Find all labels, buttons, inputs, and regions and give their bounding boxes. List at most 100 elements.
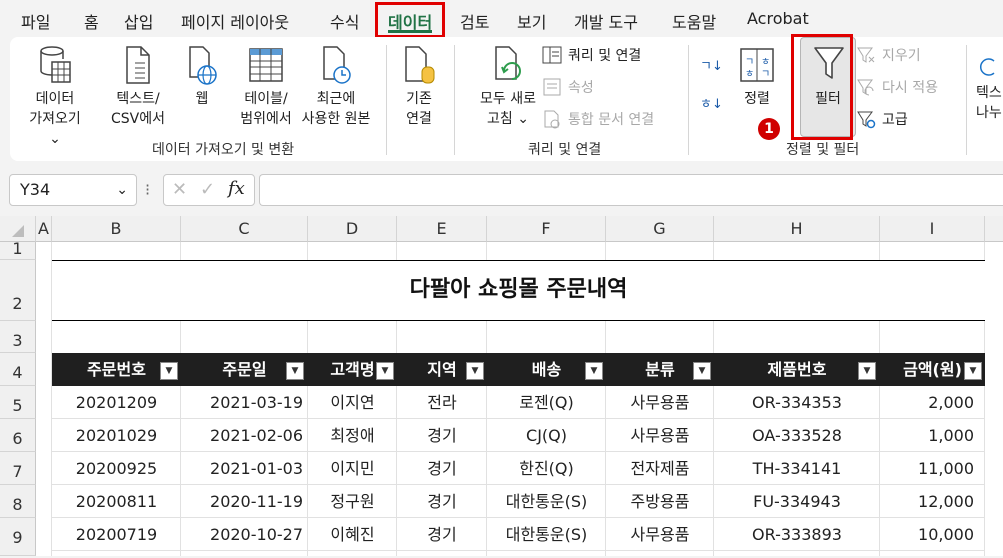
menu-home[interactable]: 홈 (84, 9, 99, 33)
sort-button[interactable]: ㄱ ㅎ ㅎ ㄱ 정렬 (734, 45, 780, 109)
table-cell[interactable]: OA-333528 (714, 419, 880, 452)
table-cell[interactable]: 한진(Q) (487, 452, 606, 485)
table-cell[interactable]: 이지연 (308, 386, 397, 419)
header-product-no[interactable]: 제품번호 (714, 353, 880, 386)
filter-dropdown-icon[interactable]: ▼ (160, 362, 178, 380)
column-header-h[interactable]: H (714, 216, 880, 242)
from-web-button[interactable]: 웹 (182, 45, 222, 109)
row-header-4[interactable]: 4 (0, 353, 36, 386)
column-header-b[interactable]: B (52, 216, 181, 242)
sheet-title[interactable]: 다팔아 쇼핑몰 주문내역 (52, 260, 985, 321)
sort-za-button[interactable]: ㅎ↓ (700, 93, 723, 112)
reapply-button[interactable]: 다시 적용 (856, 77, 938, 97)
get-data-button[interactable]: 데이터 가져오기 ⌄ (24, 45, 86, 149)
table-cell[interactable]: 사무용품 (606, 518, 714, 551)
table-cell[interactable]: 대한통운(S) (487, 485, 606, 518)
table-cell[interactable]: 20201029 (52, 419, 181, 452)
table-cell[interactable]: 이지민 (308, 452, 397, 485)
column-header-a[interactable]: A (36, 216, 52, 242)
formula-input[interactable] (259, 174, 1003, 206)
table-cell[interactable]: 2021-01-03 (181, 452, 308, 485)
refresh-all-button[interactable]: 모두 새로 고침 ⌄ (472, 45, 544, 129)
table-cell[interactable]: 사무용품 (606, 419, 714, 452)
table-cell[interactable]: 12,000 (880, 485, 985, 518)
row-header-1[interactable]: 1 (0, 241, 36, 260)
table-cell[interactable]: 사무용품 (606, 386, 714, 419)
column-header-g[interactable]: G (606, 216, 714, 242)
name-box[interactable]: Y34 ⌄ (9, 174, 137, 206)
advanced-filter-button[interactable]: 고급 (856, 109, 908, 129)
existing-connections-button[interactable]: 기존 연결 (394, 45, 444, 129)
menu-acrobat[interactable]: Acrobat (747, 9, 809, 28)
filter-dropdown-icon[interactable]: ▼ (376, 362, 394, 380)
from-table-range-button[interactable]: 테이블/ 범위에서 (232, 45, 300, 129)
table-cell[interactable]: 10,000 (880, 518, 985, 551)
text-to-columns-button[interactable]: 텍스 나누 (976, 57, 1003, 123)
table-cell[interactable]: 2,000 (880, 386, 985, 419)
table-cell[interactable]: 2021-03-19 (181, 386, 308, 419)
table-cell[interactable]: 1,000 (880, 419, 985, 452)
column-header-d[interactable]: D (308, 216, 397, 242)
menu-insert[interactable]: 삽입 (124, 9, 153, 33)
table-cell[interactable]: CJ(Q) (487, 419, 606, 452)
recent-sources-button[interactable]: 최근에 사용한 원본 (294, 45, 378, 129)
menu-file[interactable]: 파일 (21, 9, 50, 33)
table-cell[interactable]: 2020-11-19 (181, 485, 308, 518)
row-header-7[interactable]: 7 (0, 452, 36, 485)
filter-dropdown-icon[interactable]: ▼ (286, 362, 304, 380)
table-cell[interactable]: 전라 (397, 386, 487, 419)
menu-help[interactable]: 도움말 (672, 9, 716, 33)
table-cell[interactable]: 경기 (397, 452, 487, 485)
table-cell[interactable]: 이혜진 (308, 518, 397, 551)
table-cell[interactable]: TH-334141 (714, 452, 880, 485)
table-cell[interactable]: 2020-10-27 (181, 518, 308, 551)
column-header-f[interactable]: F (487, 216, 606, 242)
menu-view[interactable]: 보기 (517, 9, 546, 33)
table-cell[interactable]: 경기 (397, 419, 487, 452)
chevron-down-icon[interactable]: ⌄ (116, 175, 128, 205)
filter-dropdown-icon[interactable]: ▼ (466, 362, 484, 380)
table-cell[interactable]: 2021-02-06 (181, 419, 308, 452)
table-cell[interactable]: OR-334353 (714, 386, 880, 419)
table-cell[interactable]: 전자제품 (606, 452, 714, 485)
menu-review[interactable]: 검토 (460, 9, 489, 33)
table-cell[interactable]: 20200811 (52, 485, 181, 518)
table-cell[interactable]: 20200925 (52, 452, 181, 485)
table-cell[interactable]: 11,000 (880, 452, 985, 485)
menu-page-layout[interactable]: 페이지 레이아웃 (181, 9, 289, 33)
row-header-5[interactable]: 5 (0, 386, 36, 419)
table-cell[interactable]: 최정애 (308, 419, 397, 452)
queries-connections-button[interactable]: 쿼리 및 연결 (542, 45, 641, 65)
menu-formulas[interactable]: 수식 (330, 9, 359, 33)
table-cell[interactable]: 주방용품 (606, 485, 714, 518)
table-cell[interactable]: 경기 (397, 518, 487, 551)
edit-links-button[interactable]: 통합 문서 연결 (542, 109, 654, 129)
column-header-i[interactable]: I (880, 216, 985, 242)
cancel-icon[interactable]: ✕ (172, 179, 187, 200)
row-header-6[interactable]: 6 (0, 419, 36, 452)
table-cell[interactable]: 20200719 (52, 518, 181, 551)
table-cell[interactable]: 대한통운(S) (487, 518, 606, 551)
from-text-csv-button[interactable]: 텍스트/ CSV에서 (106, 45, 170, 129)
table-cell[interactable]: 경기 (397, 485, 487, 518)
table-cell[interactable]: 정구원 (308, 485, 397, 518)
table-cell[interactable]: OR-333893 (714, 518, 880, 551)
enter-check-icon[interactable]: ✓ (200, 179, 215, 200)
column-header-c[interactable]: C (181, 216, 308, 242)
row-header-3[interactable]: 3 (0, 321, 36, 353)
column-header-next[interactable] (985, 216, 1003, 242)
table-cell[interactable]: 로젠(Q) (487, 386, 606, 419)
properties-button[interactable]: 속성 (542, 77, 594, 97)
filter-dropdown-icon[interactable]: ▼ (585, 362, 603, 380)
filter-dropdown-icon[interactable]: ▼ (693, 362, 711, 380)
more-options-icon[interactable]: ⁝ (145, 180, 150, 199)
table-cell[interactable]: 20201209 (52, 386, 181, 419)
row-header-9[interactable]: 9 (0, 518, 36, 556)
filter-dropdown-icon[interactable]: ▼ (964, 362, 982, 380)
clear-filter-button[interactable]: 지우기 (856, 45, 921, 65)
row-header-2[interactable]: 2 (0, 260, 36, 321)
table-cell[interactable]: FU-334943 (714, 485, 880, 518)
row-header-8[interactable]: 8 (0, 485, 36, 518)
filter-dropdown-icon[interactable]: ▼ (858, 362, 876, 380)
menu-developer[interactable]: 개발 도구 (574, 9, 638, 33)
